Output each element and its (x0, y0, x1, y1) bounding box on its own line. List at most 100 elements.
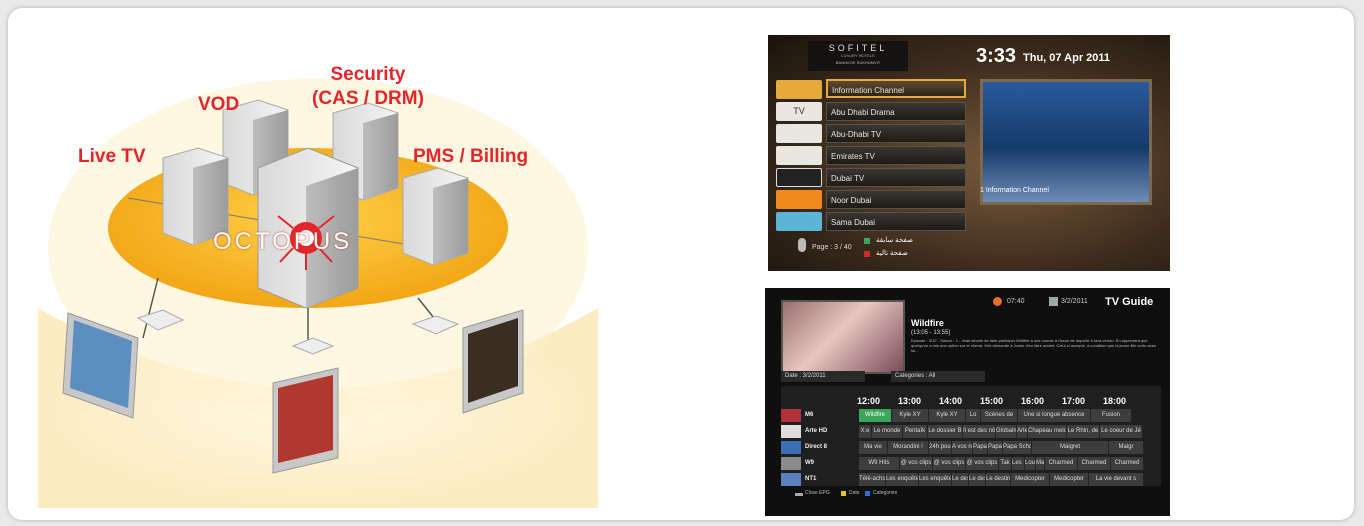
channel-logo-abu-dhabi-drama: TV (776, 102, 822, 121)
channel-logo-emirates-tv (776, 146, 822, 165)
epg-program-cell[interactable]: Wildfire (859, 409, 892, 422)
channel-item-abu-dhabi-tv[interactable]: Abu-Dhabi TV (826, 124, 966, 143)
channel-logo-dubai-tv (776, 168, 822, 187)
channel-item-sama-dubai[interactable]: Sama Dubai (826, 212, 966, 231)
footer-date[interactable]: Date (849, 490, 860, 496)
epg-program-cell[interactable]: Kyle XY (929, 409, 966, 422)
epg-program-cell[interactable]: Kyle XY (892, 409, 929, 422)
epg-program-cell[interactable]: Il est des nôtr (963, 425, 996, 438)
menu-date: Thu, 07 Apr 2011 (1023, 52, 1111, 64)
epg-program-cell[interactable]: Maigret (1032, 441, 1109, 454)
guide-date: 3/2/2011 (1061, 298, 1088, 305)
epg-program-cell[interactable]: Morandini ! (888, 441, 929, 454)
label-security-line1: Security (330, 64, 406, 85)
label-vod: VOD (198, 94, 240, 115)
yellow-key-icon (841, 491, 846, 496)
epg-program-cell[interactable]: Papa Scho (1003, 441, 1032, 454)
back-key-icon (795, 493, 803, 496)
red-key-icon (864, 251, 870, 257)
epg-program-cell[interactable]: Le monde (872, 425, 903, 438)
epg-program-cell[interactable]: Le dest (952, 473, 969, 486)
page-arrows-icon[interactable] (798, 238, 806, 252)
channel-item-information[interactable]: Information Channel (826, 79, 966, 98)
channel-icon-direct-8 (781, 441, 801, 454)
epg-program-cell[interactable]: Le dest (969, 473, 986, 486)
epg-program-cell[interactable]: Medicopter (1011, 473, 1050, 486)
epg-channel-label: Arte HD (805, 428, 828, 434)
epg-program-cell[interactable]: Les S (1012, 457, 1025, 470)
epg-program-cell[interactable]: Charmed (1078, 457, 1111, 470)
channel-item-emirates-tv[interactable]: Emirates TV (826, 146, 966, 165)
channel-item-abu-dhabi-drama[interactable]: Abu Dhabi Drama (826, 102, 966, 121)
epg-program-cell[interactable]: Le destin (986, 473, 1011, 486)
epg-program-cell[interactable]: Scènes de (981, 409, 1018, 422)
epg-program-cell[interactable]: @ vos clips (900, 457, 933, 470)
epg-program-cell[interactable]: Arte (1017, 425, 1028, 438)
channel-logo-abu-dhabi-tv (776, 124, 822, 143)
architecture-illustration (38, 78, 598, 508)
epg-program-cell[interactable]: Le coeur de Jé (1100, 425, 1143, 438)
server-pms-icon (402, 167, 469, 266)
time-slot: 14:00 (939, 396, 963, 406)
epg-program-cell[interactable]: @ vos clips (933, 457, 966, 470)
epg-program-cell[interactable]: Fusion (1091, 409, 1132, 422)
epg-row-nt1: NT1 Télé-achs Les enquêtes Les enquêtes … (781, 473, 1161, 488)
epg-program-cell[interactable]: Charmed (1045, 457, 1078, 470)
footer-categories[interactable]: Categories (873, 490, 897, 496)
epg-program-cell[interactable]: Tak (999, 457, 1012, 470)
label-security-line2: (CAS / DRM) (312, 88, 424, 109)
epg-program-cell[interactable]: Ma vie (859, 441, 888, 454)
program-description: Episode : 3/12 - Saison : 1 - Jean décid… (911, 338, 1157, 353)
footer-close-epg[interactable]: Close EPG (805, 490, 830, 496)
date-filter[interactable]: Date : 3/2/2011 (781, 371, 865, 382)
label-pms-billing: PMS / Billing (413, 146, 529, 167)
epg-channel-label: NT1 (805, 476, 817, 482)
epg-program-cell[interactable]: Globalm (996, 425, 1017, 438)
channel-item-dubai-tv[interactable]: Dubai TV (826, 168, 966, 187)
epg-program-cell[interactable]: Papa (973, 441, 988, 454)
epg-program-cell[interactable]: Maigr (1109, 441, 1144, 454)
epg-row-w9: W9 W9 Hits @ vos clips @ vos clips @ vos… (781, 457, 1161, 472)
channel-logo-sama-dubai (776, 212, 822, 231)
page-indicator: Page : 3 / 40 (812, 244, 852, 251)
octopus-logo-text: OCTOPUS (213, 228, 353, 255)
epg-channel-label: Direct 8 (805, 444, 828, 450)
epg-program-cell[interactable]: Les enquêtes (919, 473, 952, 486)
epg-program-cell[interactable]: La vie devant s (1089, 473, 1144, 486)
epg-program-cell[interactable]: Le dossier B (928, 425, 963, 438)
channel-item-noor-dubai[interactable]: Noor Dubai (826, 190, 966, 209)
calendar-icon (1049, 297, 1058, 306)
epg-program-cell[interactable]: @ vos clips (966, 457, 999, 470)
epg-program-cell[interactable]: Ma (1036, 457, 1045, 470)
epg-program-cell[interactable]: W9 Hits (859, 457, 900, 470)
channel-icon-w9 (781, 457, 801, 470)
epg-program-cell[interactable]: Papa (988, 441, 1003, 454)
epg-program-cell[interactable]: Lou (1025, 457, 1036, 470)
epg-program-cell[interactable]: A vos re (952, 441, 973, 454)
time-slot: 18:00 (1103, 396, 1127, 406)
epg-program-cell[interactable]: Lo (966, 409, 981, 422)
channel-icon-arte-hd (781, 425, 801, 438)
epg-row-m6: M6 Wildfire Kyle XY Kyle XY Lo Scènes de… (781, 409, 1161, 424)
epg-program-cell[interactable]: Chapeau melon (1028, 425, 1067, 438)
channel-icon-nt1 (781, 473, 801, 486)
preview-caption: 1 Information Channel (980, 187, 1049, 194)
prev-page-label[interactable]: صفحة سابقة (876, 236, 913, 244)
categories-filter[interactable]: Categories : All (891, 371, 985, 382)
epg-program-cell[interactable]: Pentaïk (903, 425, 928, 438)
menu-clock: 3:33 (976, 45, 1017, 67)
epg-program-cell[interactable]: Les enquêtes (886, 473, 919, 486)
epg-program-cell[interactable]: Charmed (1111, 457, 1144, 470)
blue-key-icon (865, 491, 870, 496)
epg-program-cell[interactable]: Une si longue absence (1018, 409, 1091, 422)
epg-row-direct-8: Direct 8 Ma vie Morandini ! 24h pour A v… (781, 441, 1161, 456)
epg-program-cell[interactable]: X:e (859, 425, 872, 438)
program-thumbnail (781, 300, 905, 374)
epg-program-cell[interactable]: Medicopter (1050, 473, 1089, 486)
program-time: (13:05 - 13:55) (911, 330, 951, 336)
content-card: Live TV VOD Security (CAS / DRM) PMS / B… (8, 8, 1354, 520)
epg-program-cell[interactable]: Télé-achs (859, 473, 886, 486)
next-page-label[interactable]: صفحة تالية (876, 249, 908, 257)
epg-program-cell[interactable]: Le Rhin, de (1067, 425, 1100, 438)
epg-program-cell[interactable]: 24h pour (929, 441, 952, 454)
